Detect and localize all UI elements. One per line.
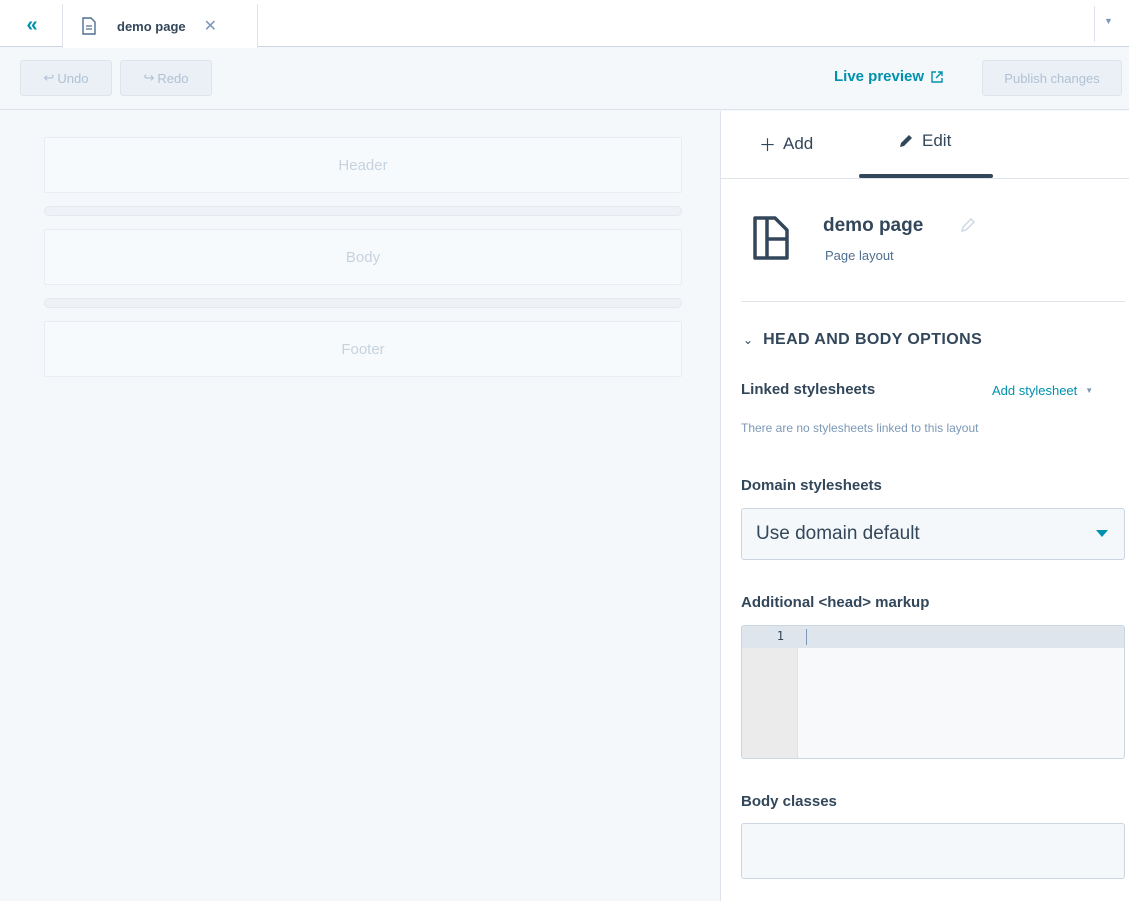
header-section[interactable]: Header [44,137,682,193]
panel-tabs: ＋ Add Edit [721,111,1129,179]
domain-stylesheets-select[interactable]: Use domain default [741,508,1125,560]
domain-stylesheets-label: Domain stylesheets [741,477,882,494]
chevron-down-icon: ⌄ [743,333,754,347]
linked-stylesheets-label: Linked stylesheets [741,381,876,398]
publish-label: Publish changes [1004,70,1100,86]
pencil-icon [900,135,912,147]
tab-label: demo page [117,18,186,34]
plus-icon: ＋ [759,136,776,155]
caret-down-icon [1096,530,1108,537]
code-input-area[interactable] [798,626,1124,758]
body-classes-label: Body classes [741,793,837,810]
section-title: HEAD AND BODY OPTIONS [763,331,983,348]
body-classes-input[interactable] [741,823,1125,879]
tab-bar-divider [1094,6,1095,42]
empty-stylesheets-text: There are no stylesheets linked to this … [741,421,979,435]
section-divider [44,298,682,308]
double-chevron-left-icon: « [26,13,38,36]
footer-section[interactable]: Footer [44,321,682,377]
tab-edit-label: Edit [922,131,952,150]
redo-button[interactable]: ↪ Redo [120,60,212,96]
live-preview-link[interactable]: Live preview [834,68,944,85]
section-label: Header [338,156,388,174]
editor-tab-bar: « demo page ✕ ▼ [0,0,1129,48]
editor-toolbar: ↩ Undo ↪ Redo Live preview Publish chang… [0,48,1129,110]
section-label: Body [345,248,381,266]
undo-button[interactable]: ↩ Undo [20,60,112,96]
head-markup-editor[interactable]: 1 [741,625,1125,759]
tab-add-label: Add [783,133,814,153]
text-cursor [806,629,807,645]
publish-changes-button[interactable]: Publish changes [982,60,1122,96]
inspector-panel: ＋ Add Edit demo page Page layout ⌄ HEAD … [720,111,1129,901]
page-layout-icon [753,216,789,260]
section-label: Footer [341,340,385,358]
add-stylesheet-dropdown[interactable]: Add stylesheet ▼ [992,383,1093,398]
select-value: Use domain default [756,523,920,544]
layout-canvas: Header Body Footer [0,111,720,901]
file-icon [82,17,96,35]
page-title: demo page [823,215,924,236]
close-tab-icon[interactable]: ✕ [204,16,217,36]
section-divider [44,206,682,216]
tab-overflow-caret-icon[interactable]: ▼ [1104,16,1113,26]
panel-divider [741,301,1125,302]
tab-demo-page[interactable]: demo page ✕ [62,4,258,48]
line-number: 1 [776,629,784,643]
tab-add[interactable]: ＋ Add [759,131,813,156]
page-subtitle: Page layout [825,248,894,263]
undo-icon: ↩ [43,70,55,85]
head-body-options-toggle[interactable]: ⌄ HEAD AND BODY OPTIONS [743,331,982,349]
head-markup-label: Additional <head> markup [741,594,930,611]
redo-icon: ↪ [143,70,155,85]
live-preview-label: Live preview [834,68,925,85]
add-stylesheet-label: Add stylesheet [992,383,1078,398]
external-link-icon [931,70,943,83]
caret-down-icon: ▼ [1085,386,1094,395]
redo-label: Redo [157,70,189,86]
body-section[interactable]: Body [44,229,682,285]
edit-title-pencil-icon[interactable] [959,216,977,234]
active-tab-indicator [859,174,993,178]
undo-label: Undo [57,70,89,86]
tab-edit[interactable]: Edit [897,131,951,151]
collapse-sidebar-button[interactable]: « [14,10,50,40]
